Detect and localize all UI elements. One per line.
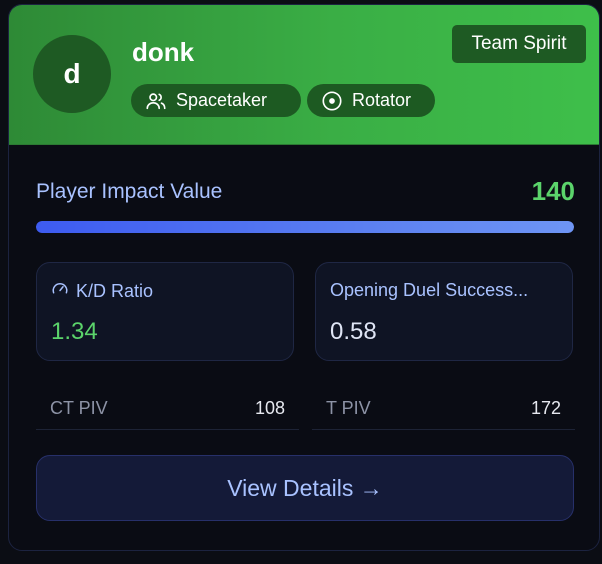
ct-piv-row: CT PIV 108 [36, 385, 299, 430]
t-piv-label: T PIV [326, 398, 371, 418]
view-details-button[interactable]: View Details → [36, 455, 574, 521]
impact-label: Player Impact Value [36, 180, 223, 203]
opening-duel-card: Opening Duel Success... 0.58 [315, 262, 573, 361]
team-badge: Team Spirit [452, 25, 586, 63]
role-badge-rotator: Rotator [307, 84, 435, 117]
impact-progress-bar [36, 221, 574, 233]
ct-piv-label: CT PIV [50, 398, 108, 418]
kd-ratio-card: K/D Ratio 1.34 [36, 262, 294, 361]
t-piv-value: 172 [530, 398, 561, 418]
gauge-icon [51, 280, 69, 303]
card-header: d donk Spacetaker Rotator Team Spirit [9, 5, 599, 145]
ct-piv-value: 108 [254, 398, 285, 418]
kd-ratio-label: K/D Ratio [76, 281, 154, 301]
kd-ratio-label-row: K/D Ratio [51, 280, 153, 303]
player-card: d donk Spacetaker Rotator Team Spirit Pl… [8, 4, 600, 551]
users-icon [145, 90, 167, 112]
avatar: d [33, 35, 111, 113]
opening-duel-label: Opening Duel Success... [330, 280, 529, 300]
opening-duel-value: 0.58 [330, 318, 377, 345]
t-piv-row: T PIV 172 [312, 385, 575, 430]
role-label: Spacetaker [176, 90, 268, 110]
role-badge-spacetaker: Spacetaker [131, 84, 301, 117]
impact-progress-fill [36, 221, 574, 233]
kd-ratio-value: 1.34 [51, 318, 98, 345]
impact-value: 140 [531, 176, 575, 206]
player-name: donk [132, 37, 195, 67]
target-circle-icon [321, 90, 343, 112]
role-label: Rotator [352, 90, 412, 110]
